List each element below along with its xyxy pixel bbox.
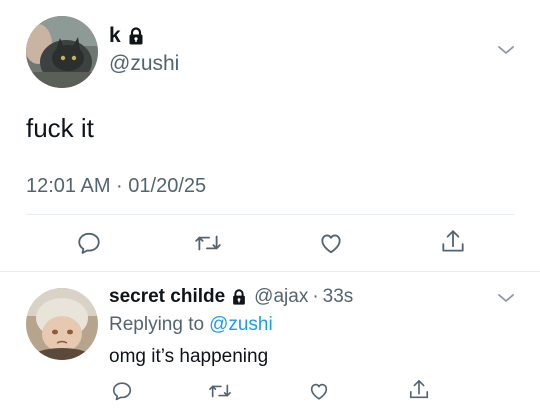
separator-dot: · bbox=[312, 286, 319, 307]
reply-text: omg it’s happening bbox=[109, 346, 269, 367]
reply-tweet[interactable]: secret childe @ajax · 33s Replying to @zu… bbox=[0, 272, 540, 417]
share-icon[interactable] bbox=[438, 227, 468, 257]
reply-time[interactable]: 33s bbox=[323, 286, 354, 308]
lock-icon bbox=[230, 288, 248, 306]
author-display-name[interactable]: k bbox=[109, 24, 121, 48]
reply-handle[interactable]: @ajax bbox=[254, 286, 308, 308]
lock-icon bbox=[126, 26, 146, 46]
reply-name-row: secret childe @ajax · 33s bbox=[109, 286, 353, 308]
tweet-text: fuck it bbox=[26, 113, 94, 143]
author-handle[interactable]: @zushi bbox=[109, 52, 179, 76]
replying-to-line: Replying to @zushi bbox=[109, 314, 273, 336]
replying-to-mention[interactable]: @zushi bbox=[209, 314, 273, 335]
main-tweet: k @zushi fuck it 12:01 AM · 01/20/25 bbox=[0, 0, 540, 272]
tweet-timestamp[interactable]: 12:01 AM · 01/20/25 bbox=[26, 175, 206, 198]
reply-icon[interactable] bbox=[74, 228, 104, 258]
retweet-icon[interactable] bbox=[192, 228, 224, 258]
replying-to-label: Replying to bbox=[109, 314, 205, 335]
chevron-down-icon[interactable] bbox=[496, 40, 516, 60]
reply-author-avatar[interactable] bbox=[26, 288, 98, 360]
reply-icon[interactable] bbox=[109, 378, 135, 404]
like-icon[interactable] bbox=[316, 228, 346, 258]
share-icon[interactable] bbox=[406, 377, 432, 403]
chevron-down-icon[interactable] bbox=[496, 288, 516, 308]
author-name-row: k bbox=[109, 24, 146, 48]
like-icon[interactable] bbox=[306, 378, 332, 404]
divider bbox=[26, 214, 514, 215]
author-avatar[interactable] bbox=[26, 16, 98, 88]
reply-display-name[interactable]: secret childe bbox=[109, 286, 225, 308]
retweet-icon[interactable] bbox=[206, 378, 234, 404]
